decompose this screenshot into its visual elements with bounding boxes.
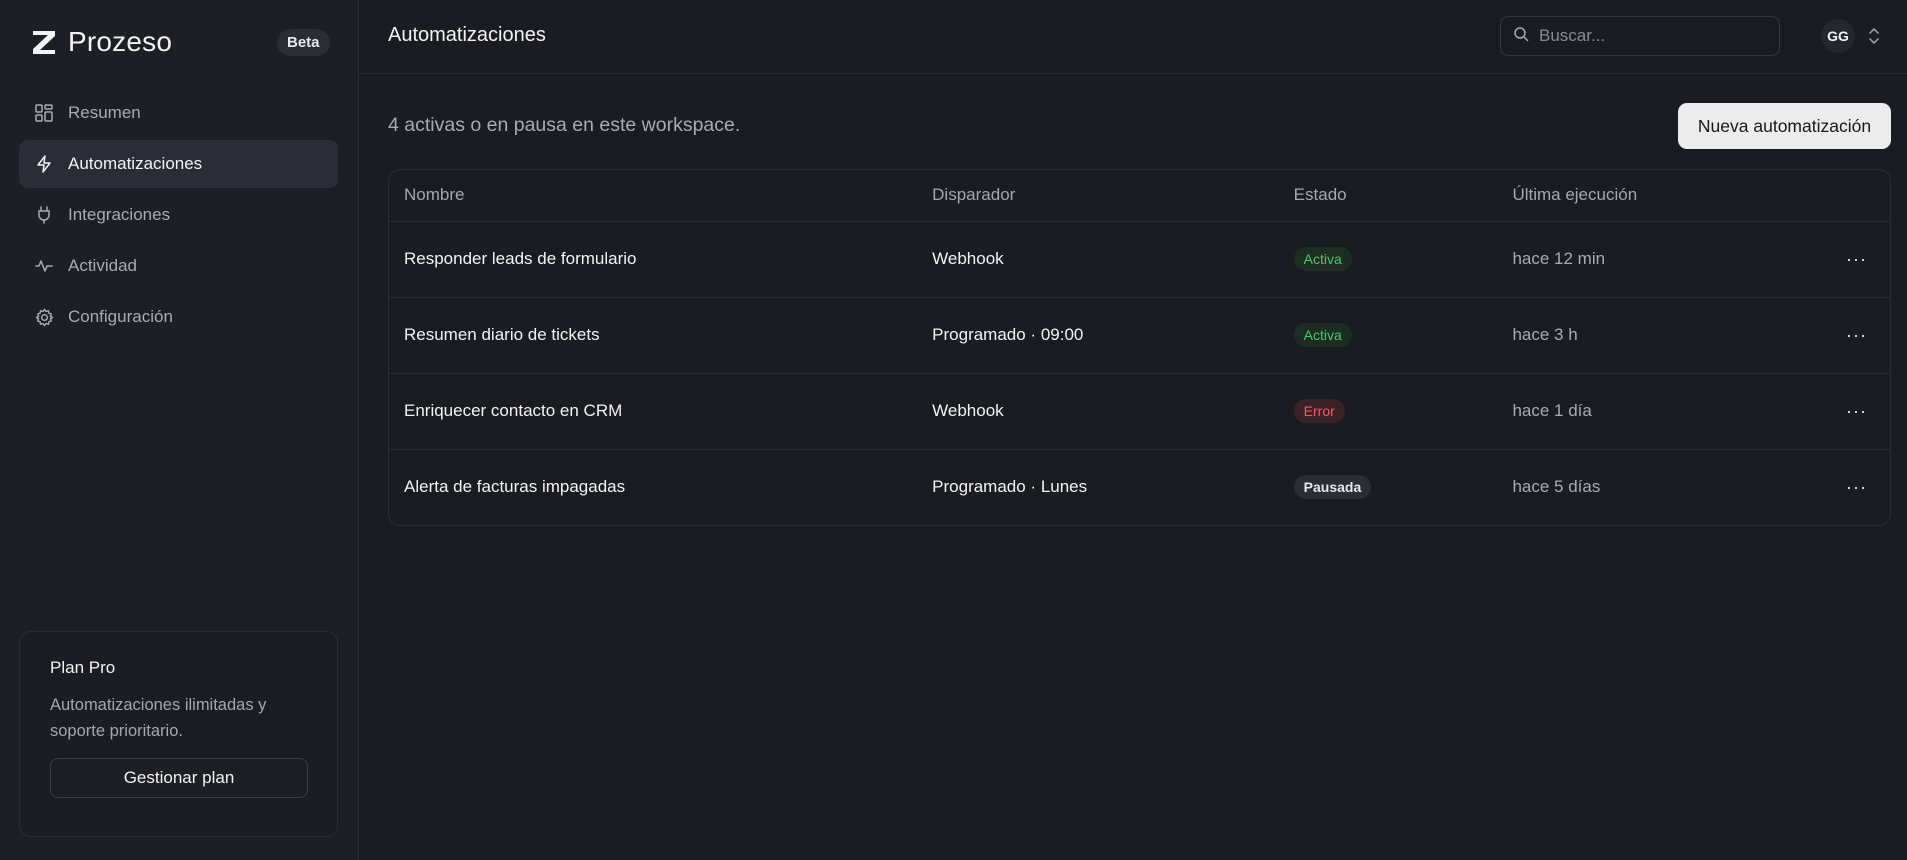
sidebar-item-actividad[interactable]: Actividad [19, 242, 338, 290]
table-row[interactable]: Responder leads de formulario Webhook Ac… [389, 221, 1890, 298]
row-actions-cell: ··· [1826, 221, 1890, 298]
main-content: Automatizaciones GG 4 activas o en pausa… [359, 0, 1907, 860]
sidebar-item-label: Automatizaciones [68, 154, 203, 173]
sidebar-item-automatizaciones[interactable]: Automatizaciones [19, 140, 338, 188]
automation-trigger: Programado · Lunes [932, 477, 1088, 497]
column-header-status[interactable]: Estado [1278, 170, 1498, 222]
plan-card: Plan Pro Automatizaciones ilimitadas y s… [19, 631, 338, 837]
page-title: Automatizaciones [388, 24, 546, 46]
sidebar-item-resumen[interactable]: Resumen [19, 89, 338, 137]
app-root: Prozeso Beta Resumen Automatizaciones In… [0, 0, 1907, 860]
automation-summary: 4 activas o en pausa en este workspace. [388, 114, 741, 136]
automation-status-cell: Activa [1278, 221, 1498, 298]
automations-table: Nombre Disparador Estado Última ejecució… [388, 169, 1891, 526]
status-badge: Activa [1293, 323, 1352, 347]
new-automation-button[interactable]: Nueva automatización [1678, 103, 1891, 149]
sidebar-item-label: Actividad [68, 256, 137, 275]
automation-last-run: hace 5 días [1512, 477, 1601, 497]
more-options-icon[interactable]: ··· [1842, 401, 1871, 422]
brand-name: Prozeso [68, 26, 173, 57]
activity-icon [34, 256, 54, 276]
status-badge: Error [1293, 399, 1345, 423]
plug-icon [34, 205, 54, 225]
chevron-updown-icon[interactable] [1868, 27, 1882, 45]
grid-icon [34, 103, 54, 123]
more-options-icon[interactable]: ··· [1842, 325, 1871, 346]
table-header-row: Nombre Disparador Estado Última ejecució… [389, 170, 1890, 222]
automation-trigger: Programado · 09:00 [917, 297, 1279, 374]
sidebar: Prozeso Beta Resumen Automatizaciones In… [0, 0, 359, 860]
automation-status-cell: Pausada [1279, 449, 1498, 525]
sidebar-item-label: Resumen [68, 103, 141, 122]
row-actions-cell: ··· [1826, 297, 1890, 374]
beta-badge: Beta [277, 29, 330, 56]
table-row[interactable]: Alerta de facturas impagadas Programado … [389, 449, 1890, 525]
automation-last-run: hace 1 día [1497, 373, 1827, 450]
table-row[interactable]: Enriquecer contacto en CRM Webhook Error… [389, 373, 1890, 450]
column-header-trigger[interactable]: Disparador [917, 170, 1279, 222]
automation-trigger: Webhook [917, 373, 1279, 450]
manage-plan-button[interactable]: Gestionar plan [50, 758, 308, 798]
sidebar-item-label: Configuración [68, 307, 173, 326]
automation-status-cell: Activa [1278, 297, 1498, 374]
sidebar-item-integraciones[interactable]: Integraciones [19, 191, 338, 239]
column-header-actions [1826, 170, 1890, 222]
automation-trigger: Webhook [917, 221, 1279, 298]
gear-icon [34, 307, 54, 327]
status-badge: Pausada [1293, 475, 1372, 500]
search-input[interactable] [1539, 26, 1759, 46]
brand[interactable]: Prozeso [28, 26, 172, 58]
column-header-name[interactable]: Nombre [389, 170, 918, 222]
topbar: Automatizaciones GG [359, 0, 1907, 74]
more-options-icon[interactable]: ··· [1842, 477, 1871, 498]
row-actions-cell: ··· [1826, 373, 1890, 450]
bolt-icon [34, 154, 54, 174]
automation-name[interactable]: Alerta de facturas impagadas [389, 449, 917, 525]
sidebar-nav: Resumen Automatizaciones Integraciones A… [19, 89, 338, 344]
sidebar-item-configuracion[interactable]: Configuración [19, 293, 338, 341]
automation-last-run: hace 12 min [1497, 221, 1827, 298]
avatar[interactable]: GG [1821, 19, 1855, 53]
automation-last-run: hace 3 h [1497, 297, 1827, 374]
search-box[interactable] [1500, 16, 1780, 56]
search-icon [1513, 26, 1529, 47]
plan-description: Automatizaciones ilimitadas y soporte pr… [50, 696, 267, 740]
sidebar-item-label: Integraciones [68, 205, 171, 224]
table-row[interactable]: Resumen diario de tickets Programado · 0… [389, 297, 1890, 374]
status-badge: Activa [1293, 247, 1352, 271]
automation-status-cell: Error [1278, 373, 1498, 450]
row-actions-cell: ··· [1827, 449, 1890, 525]
automation-name[interactable]: Resumen diario de tickets [389, 297, 918, 374]
automation-name[interactable]: Responder leads de formulario [389, 221, 918, 298]
automation-name[interactable]: Enriquecer contacto en CRM [389, 373, 918, 450]
more-options-icon[interactable]: ··· [1842, 249, 1871, 270]
brand-logo-icon [28, 26, 60, 58]
column-header-last-run[interactable]: Última ejecución [1497, 170, 1827, 222]
plan-title: Plan Pro [50, 658, 116, 677]
